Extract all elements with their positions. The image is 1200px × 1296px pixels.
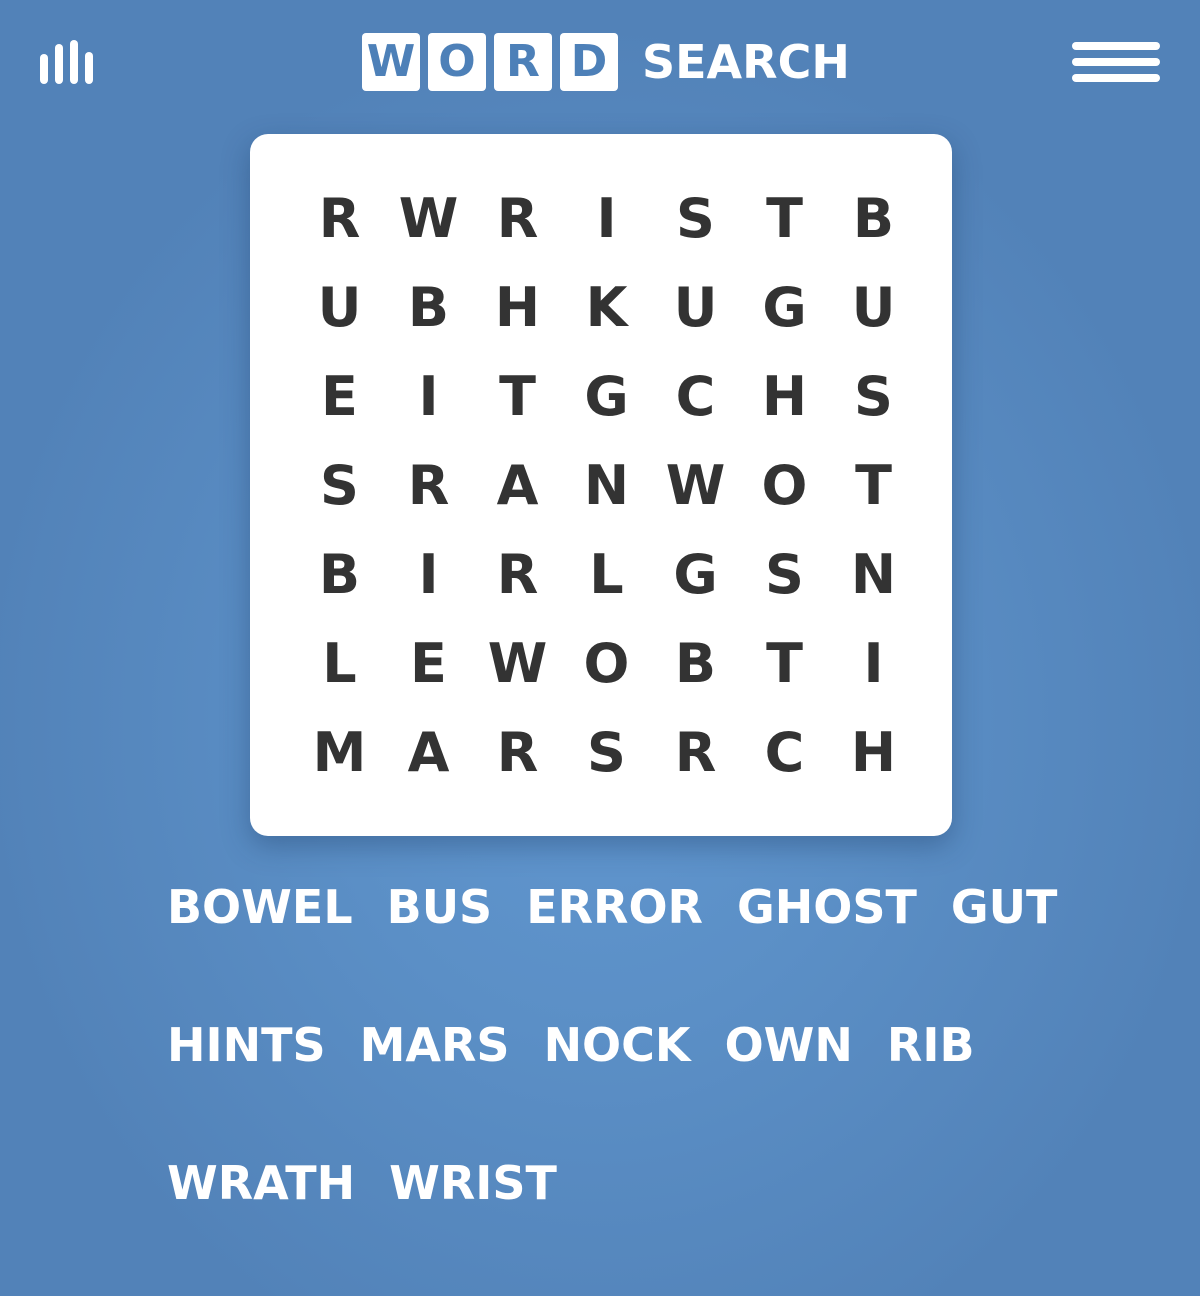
grid-cell[interactable]: M <box>295 708 384 797</box>
grid-cell[interactable]: T <box>829 441 918 530</box>
grid-cell[interactable]: B <box>829 174 918 263</box>
stats-icon-bar <box>55 44 63 84</box>
grid-cell[interactable]: E <box>295 352 384 441</box>
logo-tile: D <box>560 33 618 91</box>
menu-icon-line <box>1072 74 1160 82</box>
grid-cell[interactable]: R <box>473 530 562 619</box>
word-list-item: BUS <box>386 880 493 934</box>
grid-cell[interactable]: W <box>473 619 562 708</box>
stats-icon-bar <box>85 52 93 84</box>
word-list-item: ERROR <box>526 880 703 934</box>
grid-cell[interactable]: R <box>384 441 473 530</box>
grid-cell[interactable]: G <box>562 352 651 441</box>
grid-cell[interactable]: O <box>740 441 829 530</box>
stats-button[interactable] <box>40 38 96 84</box>
word-list-item: OWN <box>724 1018 853 1072</box>
grid-cell[interactable]: B <box>651 619 740 708</box>
menu-button[interactable] <box>1072 42 1162 82</box>
menu-icon-line <box>1072 58 1160 66</box>
word-list: BOWEL BUS ERROR GHOST GUT HINTS MARS NOCK OWN RIB… <box>167 880 1067 1210</box>
word-list-item: BOWEL <box>167 880 353 934</box>
grid-cell[interactable]: T <box>740 174 829 263</box>
grid-cell[interactable]: S <box>295 441 384 530</box>
grid-cell[interactable]: L <box>295 619 384 708</box>
word-list-item: HINTS <box>167 1018 326 1072</box>
grid-cell[interactable]: T <box>740 619 829 708</box>
word-list-item: WRIST <box>389 1156 557 1210</box>
logo-word: SEARCH <box>642 35 850 89</box>
word-list-item: RIB <box>886 1018 975 1072</box>
grid-cell[interactable]: S <box>562 708 651 797</box>
puzzle-board: RWRISTBUBHKUGUEITGCHSSRANWOTBIRLGSNLEWOB… <box>250 134 952 836</box>
grid-cell[interactable]: G <box>740 263 829 352</box>
grid-cell[interactable]: T <box>473 352 562 441</box>
grid-cell[interactable]: I <box>562 174 651 263</box>
grid-cell[interactable]: K <box>562 263 651 352</box>
word-list-item: MARS <box>359 1018 510 1072</box>
grid-cell[interactable]: U <box>651 263 740 352</box>
grid-cell[interactable]: S <box>740 530 829 619</box>
grid-cell[interactable]: R <box>473 174 562 263</box>
logo-tile: O <box>428 33 486 91</box>
grid-cell[interactable]: R <box>295 174 384 263</box>
logo-tile: W <box>362 33 420 91</box>
grid-cell[interactable]: S <box>651 174 740 263</box>
grid-cell[interactable]: I <box>384 352 473 441</box>
logo: W O R D SEARCH <box>362 32 850 92</box>
grid-cell[interactable]: C <box>740 708 829 797</box>
grid-cell[interactable]: U <box>829 263 918 352</box>
grid-cell[interactable]: W <box>651 441 740 530</box>
grid-cell[interactable]: N <box>562 441 651 530</box>
grid-cell[interactable]: B <box>295 530 384 619</box>
grid-cell[interactable]: C <box>651 352 740 441</box>
grid-cell[interactable]: N <box>829 530 918 619</box>
grid-cell[interactable]: H <box>473 263 562 352</box>
word-list-item: GHOST <box>736 880 917 934</box>
grid-cell[interactable]: E <box>384 619 473 708</box>
grid-cell[interactable]: H <box>829 708 918 797</box>
stats-icon <box>40 54 48 84</box>
word-list-item: GUT <box>950 880 1058 934</box>
grid-cell[interactable]: I <box>829 619 918 708</box>
letter-grid[interactable]: RWRISTBUBHKUGUEITGCHSSRANWOTBIRLGSNLEWOB… <box>295 174 918 797</box>
grid-cell[interactable]: S <box>829 352 918 441</box>
grid-cell[interactable]: R <box>651 708 740 797</box>
grid-cell[interactable]: L <box>562 530 651 619</box>
stats-icon-bar <box>70 40 78 84</box>
grid-cell[interactable]: W <box>384 174 473 263</box>
word-list-item: WRATH <box>167 1156 356 1210</box>
grid-cell[interactable]: U <box>295 263 384 352</box>
grid-cell[interactable]: B <box>384 263 473 352</box>
grid-cell[interactable]: I <box>384 530 473 619</box>
menu-icon <box>1072 42 1160 50</box>
logo-tile: R <box>494 33 552 91</box>
grid-cell[interactable]: O <box>562 619 651 708</box>
word-list-item: NOCK <box>543 1018 691 1072</box>
grid-cell[interactable]: R <box>473 708 562 797</box>
grid-cell[interactable]: H <box>740 352 829 441</box>
grid-cell[interactable]: G <box>651 530 740 619</box>
grid-cell[interactable]: A <box>473 441 562 530</box>
grid-cell[interactable]: A <box>384 708 473 797</box>
